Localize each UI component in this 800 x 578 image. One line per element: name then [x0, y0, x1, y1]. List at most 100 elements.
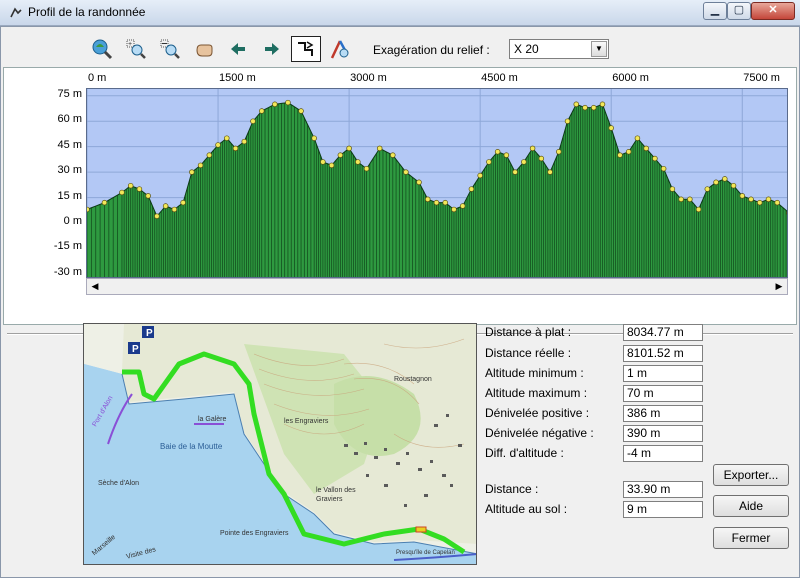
elevation-point — [521, 159, 527, 165]
y-axis-labels: 75 m 60 m 45 m 30 m 15 m 0 m -15 m -30 m — [4, 68, 84, 318]
elevation-point — [136, 186, 143, 192]
elevation-point — [390, 152, 396, 158]
elevation-point — [486, 159, 492, 165]
elevation-point — [424, 196, 431, 203]
stat-value-altitude-min: 1 m — [623, 365, 703, 382]
stat-label-distance-plat: Distance à plat : — [485, 325, 572, 339]
elevation-point — [189, 169, 195, 175]
zoom-out-icon[interactable] — [155, 36, 185, 62]
svg-text:+: + — [128, 41, 132, 48]
elevation-point — [617, 152, 623, 158]
stat-value-altitude-max: 70 m — [623, 385, 703, 402]
x-tick-label: 7500 m — [743, 72, 780, 84]
elevation-point — [346, 145, 352, 152]
elevation-point — [564, 118, 571, 124]
map-label-baie: Baie de la Moutte — [160, 442, 223, 451]
map-label-engraviers: les Engraviers — [284, 418, 329, 425]
elevation-point — [652, 155, 658, 162]
cursor-label-distance: Distance : — [485, 482, 539, 496]
close-button[interactable]: Fermer — [713, 527, 789, 549]
elevation-point — [272, 101, 278, 108]
elevation-point — [442, 199, 448, 206]
elevation-point — [363, 165, 370, 172]
elevation-point — [582, 104, 588, 111]
arrow-left-icon[interactable] — [223, 36, 253, 62]
scroll-right-icon[interactable]: ▶ — [771, 279, 787, 294]
elevation-point — [730, 182, 737, 189]
toolbar: + — [87, 35, 359, 63]
elevation-point — [224, 135, 230, 141]
stat-label-altitude-min: Altitude minimum : — [485, 366, 584, 380]
x-tick-label: 6000 m — [612, 72, 649, 84]
elevation-point — [87, 206, 90, 213]
hiker-icon — [10, 7, 22, 18]
elevation-point — [468, 186, 475, 192]
horizontal-scrollbar[interactable]: ◀ ▶ — [86, 278, 788, 295]
elevation-point — [695, 206, 702, 213]
elevation-point — [713, 179, 719, 186]
elevation-point — [599, 101, 606, 108]
zoom-in-icon[interactable]: + — [121, 36, 151, 62]
elevation-point — [643, 145, 649, 152]
elevation-point — [320, 159, 326, 165]
elevation-point — [433, 199, 440, 206]
elevation-point — [232, 145, 239, 152]
chevron-down-icon[interactable]: ▼ — [591, 41, 607, 57]
elevation-point — [625, 149, 632, 155]
elevation-point — [451, 206, 457, 213]
parking-sign-1: P — [146, 328, 153, 339]
y-tick-label: 45 m — [57, 138, 82, 151]
elevation-point — [376, 145, 383, 152]
y-tick-label: -15 m — [53, 240, 82, 253]
stat-label-denivelee-negative: Dénivelée négative : — [485, 426, 594, 440]
measure-icon[interactable] — [325, 36, 355, 62]
elevation-point — [494, 149, 501, 155]
exaggeration-value: X 20 — [514, 42, 539, 56]
elevation-point — [678, 196, 684, 203]
cursor-value-altitude-sol: 9 m — [623, 501, 703, 518]
y-tick-label: 60 m — [57, 113, 82, 126]
map-view[interactable]: P P Baie de la Moutte Sèche d'Alon Point… — [83, 323, 477, 565]
window-title: Profil de la randonnée — [28, 5, 146, 19]
elevation-point — [669, 186, 676, 192]
close-window-button[interactable]: ✕ — [751, 2, 795, 20]
x-tick-label: 0 m — [88, 72, 107, 84]
pan-hand-icon[interactable] — [189, 36, 219, 62]
exaggeration-select[interactable]: X 20 ▼ — [509, 39, 609, 59]
x-tick-label: 4500 m — [481, 72, 518, 84]
window-frame: + Exagération du relief : X 20 ▼ 0 m 1500… — [0, 26, 800, 578]
elevation-point — [162, 203, 169, 209]
map-label-galere: la Galère — [198, 416, 227, 423]
elevation-point — [119, 189, 125, 196]
map-label-pointe: Pointe des Engraviers — [220, 530, 289, 537]
profile-mode-icon[interactable] — [291, 36, 321, 62]
zoom-extent-icon[interactable] — [87, 36, 117, 62]
map-svg — [84, 324, 476, 564]
y-tick-label: 15 m — [57, 189, 82, 202]
elevation-point — [197, 162, 204, 169]
minimize-button[interactable]: ▁ — [703, 2, 727, 20]
elevation-profile-panel: 0 m 1500 m 3000 m 4500 m 6000 m 7500 m 75 m 60… — [3, 67, 797, 325]
y-tick-label: 75 m — [57, 87, 82, 100]
stat-label-altitude-max: Altitude maximum : — [485, 386, 588, 400]
elevation-point — [206, 152, 213, 158]
export-button[interactable]: Exporter... — [713, 464, 789, 486]
elevation-point — [180, 199, 186, 206]
elevation-point — [171, 206, 178, 213]
elevation-point — [241, 138, 248, 145]
elevation-point — [258, 108, 265, 114]
arrow-right-icon[interactable] — [257, 36, 287, 62]
elevation-point — [503, 152, 510, 158]
map-label-presquile: Presqu'île de Capelan — [396, 550, 455, 556]
maximize-button[interactable]: ▢ — [727, 2, 751, 20]
elevation-plot[interactable] — [86, 88, 788, 278]
elevation-point — [765, 196, 772, 203]
stat-value-distance-plat: 8034.77 m — [623, 324, 703, 341]
help-button[interactable]: Aide — [713, 495, 789, 517]
elevation-point — [529, 145, 536, 152]
scroll-left-icon[interactable]: ◀ — [87, 279, 103, 294]
elevation-point — [512, 169, 518, 175]
elevation-point — [722, 176, 728, 182]
stat-label-denivelee-positive: Dénivelée positive : — [485, 406, 590, 420]
cursor-value-distance: 33.90 m — [623, 481, 703, 498]
